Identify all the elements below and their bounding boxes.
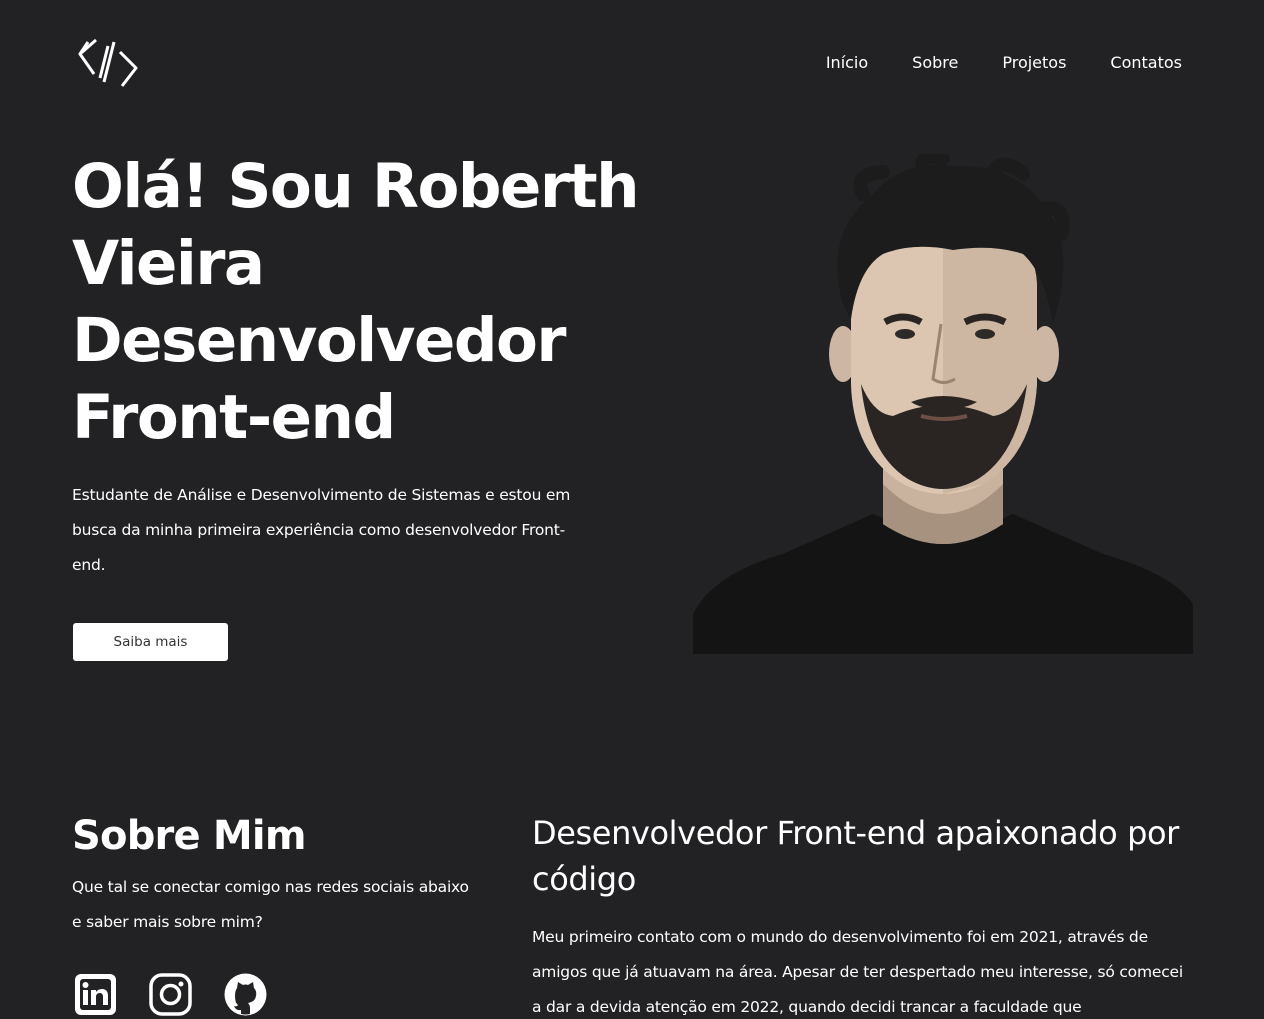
nav-inicio[interactable]: Início bbox=[826, 52, 868, 74]
hero-description: Estudante de Análise e Desenvolvimento d… bbox=[72, 486, 571, 574]
social-links bbox=[73, 972, 268, 1017]
main-nav: Início Sobre Projetos Contatos bbox=[826, 52, 1182, 74]
code-brackets-logo-icon[interactable] bbox=[76, 34, 140, 90]
about-subtitle: Que tal se conectar comigo nas redes soc… bbox=[72, 878, 469, 931]
linkedin-icon[interactable] bbox=[73, 972, 118, 1017]
developer-portrait-illustration bbox=[693, 154, 1193, 654]
hero-title: Olá! Sou Roberth Vieira Desenvolvedor Fr… bbox=[72, 148, 692, 456]
saiba-mais-button[interactable]: Saiba mais bbox=[73, 623, 228, 661]
about-heading: Desenvolvedor Front-end apaixonado por c… bbox=[532, 814, 1179, 898]
nav-projetos[interactable]: Projetos bbox=[1002, 52, 1066, 74]
nav-contatos[interactable]: Contatos bbox=[1110, 52, 1182, 74]
about-title: Sobre Mim bbox=[72, 813, 307, 859]
hero-title-line: Desenvolvedor bbox=[72, 305, 566, 376]
hero-title-line: Olá! Sou Roberth bbox=[72, 151, 640, 222]
nav-sobre[interactable]: Sobre bbox=[912, 52, 958, 74]
hero-title-line: Vieira bbox=[72, 228, 265, 299]
github-icon[interactable] bbox=[223, 972, 268, 1017]
instagram-icon[interactable] bbox=[148, 972, 193, 1017]
hero-title-line: Front-end bbox=[72, 382, 396, 453]
about-text: Meu primeiro contato com o mundo do dese… bbox=[532, 928, 1183, 1016]
page: Início Sobre Projetos Contatos Olá! Sou … bbox=[0, 0, 1264, 1019]
